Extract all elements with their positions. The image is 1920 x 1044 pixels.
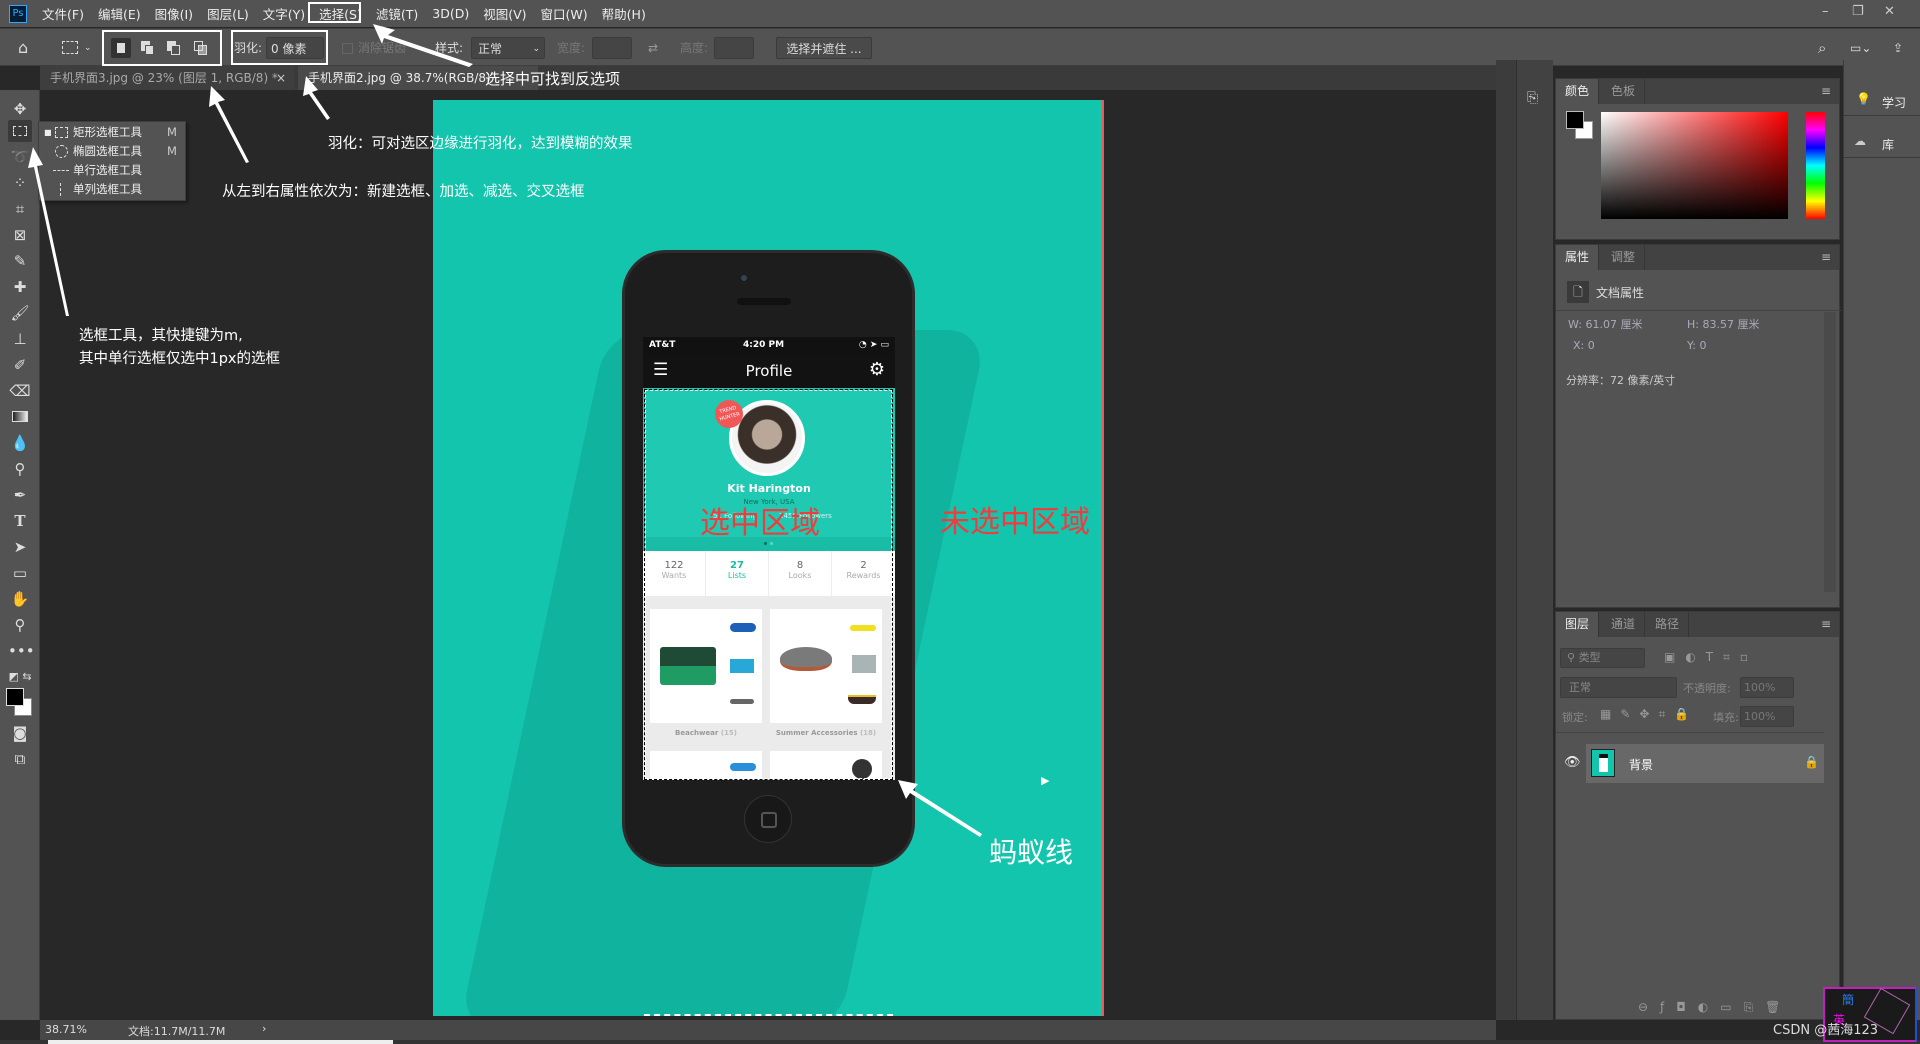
arrow-to-feather [303,76,330,120]
arrow-to-modes [209,86,249,163]
arrow-to-select-menu [373,24,473,67]
arrow-to-marquee-tool [28,147,69,316]
arrow-to-marching-ants [898,780,982,837]
annotation-arrows [28,24,982,837]
